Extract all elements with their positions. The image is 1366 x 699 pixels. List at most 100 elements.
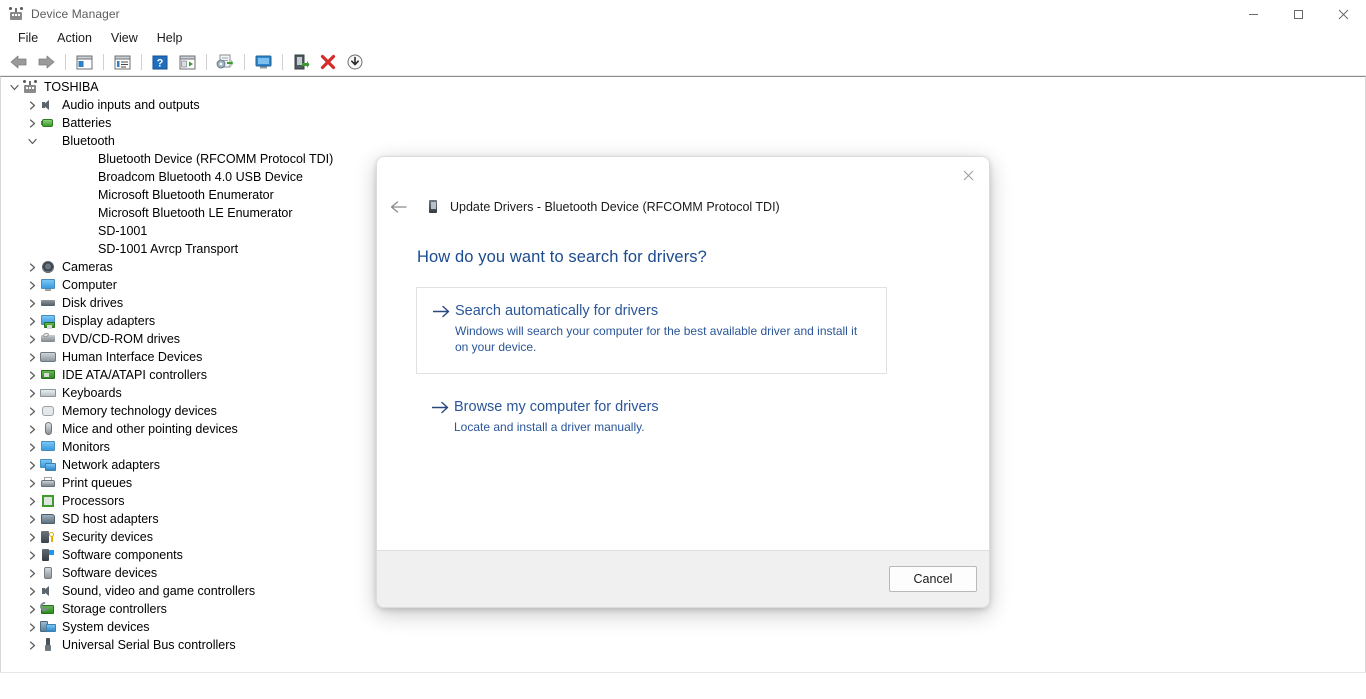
tree-item-label: Software devices <box>62 566 158 580</box>
properties-icon[interactable] <box>109 51 135 73</box>
menu-action[interactable]: Action <box>48 30 101 47</box>
dialog-footer: Cancel <box>377 550 989 607</box>
uninstall-device-icon[interactable] <box>315 51 341 73</box>
tree-item-label: Broadcom Bluetooth 4.0 USB Device <box>98 170 303 184</box>
display-device-icon[interactable] <box>250 51 276 73</box>
tree-item-label: Bluetooth <box>62 134 115 148</box>
show-hide-console-tree-icon[interactable] <box>71 51 97 73</box>
chevron-right-icon[interactable] <box>24 420 40 438</box>
processor-icon <box>40 493 56 509</box>
status-bar <box>0 672 1366 699</box>
forward-icon[interactable] <box>33 51 59 73</box>
close-icon[interactable] <box>951 161 985 189</box>
update-driver-icon[interactable] <box>212 51 238 73</box>
chevron-right-icon[interactable] <box>24 384 40 402</box>
chevron-right-icon[interactable] <box>24 456 40 474</box>
chevron-right-icon[interactable] <box>24 582 40 600</box>
sound-controller-icon <box>40 583 56 599</box>
window-title-bar: Device Manager <box>0 0 1366 28</box>
back-icon[interactable] <box>6 51 32 73</box>
chevron-down-icon[interactable] <box>24 132 40 150</box>
help-icon[interactable]: ? <box>147 51 173 73</box>
menu-help[interactable]: Help <box>148 30 192 47</box>
mouse-icon <box>40 421 56 437</box>
right-arrow-icon <box>431 398 454 419</box>
toolbar: ? <box>0 49 1366 76</box>
toolbar-separator <box>103 54 104 70</box>
tree-item-label: Microsoft Bluetooth Enumerator <box>98 188 274 202</box>
menu-view[interactable]: View <box>102 30 147 47</box>
chevron-right-icon[interactable] <box>24 564 40 582</box>
chevron-right-icon[interactable] <box>24 528 40 546</box>
option-search-automatically[interactable]: Search automatically for drivers Windows… <box>416 287 887 374</box>
software-component-icon <box>40 547 56 563</box>
chevron-right-icon[interactable] <box>24 402 40 420</box>
chevron-right-icon[interactable] <box>24 438 40 456</box>
tree-item-label: Batteries <box>62 116 112 130</box>
scan-for-hardware-changes-icon[interactable] <box>174 51 200 73</box>
chevron-down-icon[interactable] <box>6 78 22 96</box>
chevron-right-icon[interactable] <box>24 96 40 114</box>
update-drivers-dialog: Update Drivers - Bluetooth Device (RFCOM… <box>376 156 990 608</box>
chevron-right-icon[interactable] <box>24 366 40 384</box>
enable-device-icon[interactable] <box>288 51 314 73</box>
tree-item-label: Monitors <box>62 440 110 454</box>
menu-file[interactable]: File <box>9 30 47 47</box>
minimize-icon[interactable] <box>1231 0 1276 28</box>
chevron-right-icon[interactable] <box>24 294 40 312</box>
option-subtitle: Windows will search your computer for th… <box>455 324 858 354</box>
chevron-right-icon[interactable] <box>24 474 40 492</box>
tree-item-label: Network adapters <box>62 458 160 472</box>
maximize-icon[interactable] <box>1276 0 1321 28</box>
security-device-icon <box>40 529 56 545</box>
tree-item-label: System devices <box>62 620 150 634</box>
tree-item-label: Memory technology devices <box>62 404 217 418</box>
toolbar-separator <box>65 54 66 70</box>
back-arrow-icon[interactable] <box>385 193 413 221</box>
chevron-right-icon[interactable] <box>24 546 40 564</box>
dvd-drive-icon <box>40 331 56 347</box>
chevron-right-icon[interactable] <box>24 510 40 528</box>
chevron-right-icon[interactable] <box>24 258 40 276</box>
software-device-icon <box>40 565 56 581</box>
tree-item-label: IDE ATA/ATAPI controllers <box>62 368 207 382</box>
tree-item-universal-serial-bus-controllers[interactable]: Universal Serial Bus controllers <box>0 636 1366 654</box>
chevron-right-icon[interactable] <box>24 618 40 636</box>
chevron-right-icon[interactable] <box>24 276 40 294</box>
close-icon[interactable] <box>1321 0 1366 28</box>
tree-item-label: Software components <box>62 548 183 562</box>
dialog-header: Update Drivers - Bluetooth Device (RFCOM… <box>377 157 989 221</box>
tree-item-audio-inputs-and-outputs[interactable]: Audio inputs and outputs <box>0 96 1366 114</box>
tree-item-toshiba[interactable]: TOSHIBA <box>0 78 1366 96</box>
computer-icon <box>40 277 56 293</box>
chevron-right-icon[interactable] <box>24 600 40 618</box>
tree-item-label: Sound, video and game controllers <box>62 584 256 598</box>
tree-item-label: Security devices <box>62 530 154 544</box>
chevron-right-icon[interactable] <box>24 348 40 366</box>
chevron-right-icon[interactable] <box>24 636 40 654</box>
bluetooth-icon <box>40 133 56 149</box>
download-icon[interactable] <box>342 51 368 73</box>
cancel-button[interactable]: Cancel <box>889 566 977 592</box>
tree-item-system-devices[interactable]: System devices <box>0 618 1366 636</box>
chevron-right-icon[interactable] <box>24 312 40 330</box>
toolbar-separator <box>206 54 207 70</box>
chevron-right-icon[interactable] <box>24 114 40 132</box>
toolbar-separator <box>282 54 283 70</box>
tree-item-label: SD-1001 <box>98 224 148 238</box>
option-subtitle: Locate and install a driver manually. <box>454 420 645 434</box>
window-controls <box>1231 0 1366 28</box>
tree-item-bluetooth[interactable]: Bluetooth <box>0 132 1366 150</box>
option-browse-my-computer[interactable]: Browse my computer for drivers Locate an… <box>431 398 892 435</box>
chevron-right-icon[interactable] <box>24 330 40 348</box>
device-manager-icon <box>8 6 24 22</box>
tree-item-label: Microsoft Bluetooth LE Enumerator <box>98 206 293 220</box>
battery-icon <box>40 115 56 131</box>
tree-item-label: TOSHIBA <box>44 80 99 94</box>
toolbar-separator <box>141 54 142 70</box>
chevron-right-icon[interactable] <box>24 492 40 510</box>
option-title: Search automatically for drivers <box>455 303 659 319</box>
tree-item-label: Storage controllers <box>62 602 167 616</box>
tree-item-batteries[interactable]: Batteries <box>0 114 1366 132</box>
tree-item-label: Cameras <box>62 260 113 274</box>
